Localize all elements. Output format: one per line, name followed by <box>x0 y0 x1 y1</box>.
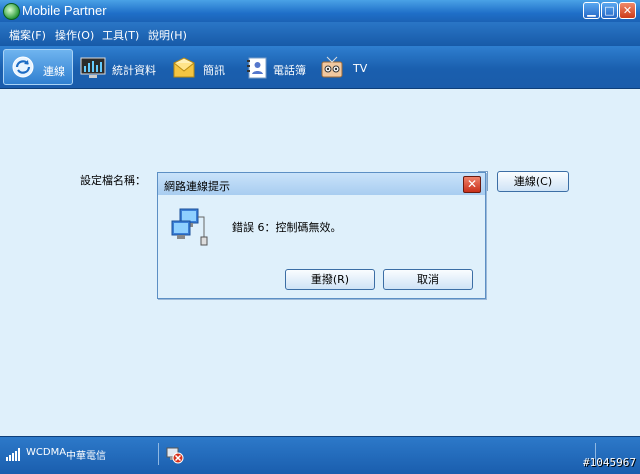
dialog-message: 錯誤 6：控制碼無效。 <box>232 221 342 234</box>
menu-bar: 檔案(F) 操作(O) 工具(T) 說明(H) <box>0 22 640 46</box>
image-watermark: #1045967 <box>583 456 636 469</box>
status-bar: WCDMA 中華電信 <box>0 436 640 474</box>
minimize-button[interactable]: ▁ <box>583 2 600 19</box>
menu-tools[interactable]: 工具(T) <box>102 27 139 43</box>
tab-sms-label: 簡訊 <box>203 64 225 77</box>
dialog-title-bar: 網路連線提示 ✕ <box>158 173 485 195</box>
close-window-button[interactable]: ✕ <box>619 2 636 19</box>
tab-connect[interactable]: 連線 <box>3 49 73 85</box>
menu-operation[interactable]: 操作(O) <box>55 27 94 43</box>
status-divider <box>158 443 159 465</box>
signal-strength-icon <box>6 448 20 461</box>
title-bar: Mobile Partner ▁ □ ✕ <box>0 0 640 22</box>
tab-phonebook-label: 電話簿 <box>273 64 306 77</box>
dialog-title: 網路連線提示 <box>164 180 230 193</box>
tab-tv-label: TV <box>353 62 368 75</box>
statistics-icon <box>80 57 106 78</box>
envelope-icon <box>173 57 195 78</box>
connect-button[interactable]: 連線(C) <box>497 171 569 192</box>
redial-button[interactable]: 重撥(R) <box>285 269 375 290</box>
menu-help[interactable]: 說明(H) <box>148 27 187 43</box>
toolbar: 連線 統計資料 簡訊 電話簿 TV <box>0 46 640 89</box>
app-icon <box>3 3 20 20</box>
carrier-name: 中華電信 <box>66 451 106 462</box>
tv-icon <box>321 56 343 78</box>
tab-connect-label: 連線 <box>43 65 65 78</box>
window-title: Mobile Partner <box>22 3 107 18</box>
tab-statistics[interactable]: 統計資料 <box>78 49 164 85</box>
network-type: WCDMA <box>26 447 67 458</box>
dialog-close-button[interactable]: ✕ <box>463 176 481 193</box>
tab-sms[interactable]: 簡訊 <box>170 49 232 85</box>
disconnected-icon <box>166 447 184 464</box>
network-computers-icon <box>171 208 208 246</box>
network-connection-dialog: 網路連線提示 ✕ 錯誤 6：控制碼無效。 重撥(R) 取消 <box>157 172 486 299</box>
phonebook-icon <box>247 57 267 79</box>
tab-tv[interactable]: TV <box>318 49 373 85</box>
maximize-button[interactable]: □ <box>601 2 618 19</box>
menu-file[interactable]: 檔案(F) <box>9 27 46 43</box>
connect-icon <box>12 56 34 78</box>
profile-name-label: 設定檔名稱： <box>80 174 146 187</box>
tab-statistics-label: 統計資料 <box>112 64 156 77</box>
cancel-button[interactable]: 取消 <box>383 269 473 290</box>
tab-phonebook[interactable]: 電話簿 <box>243 49 313 85</box>
